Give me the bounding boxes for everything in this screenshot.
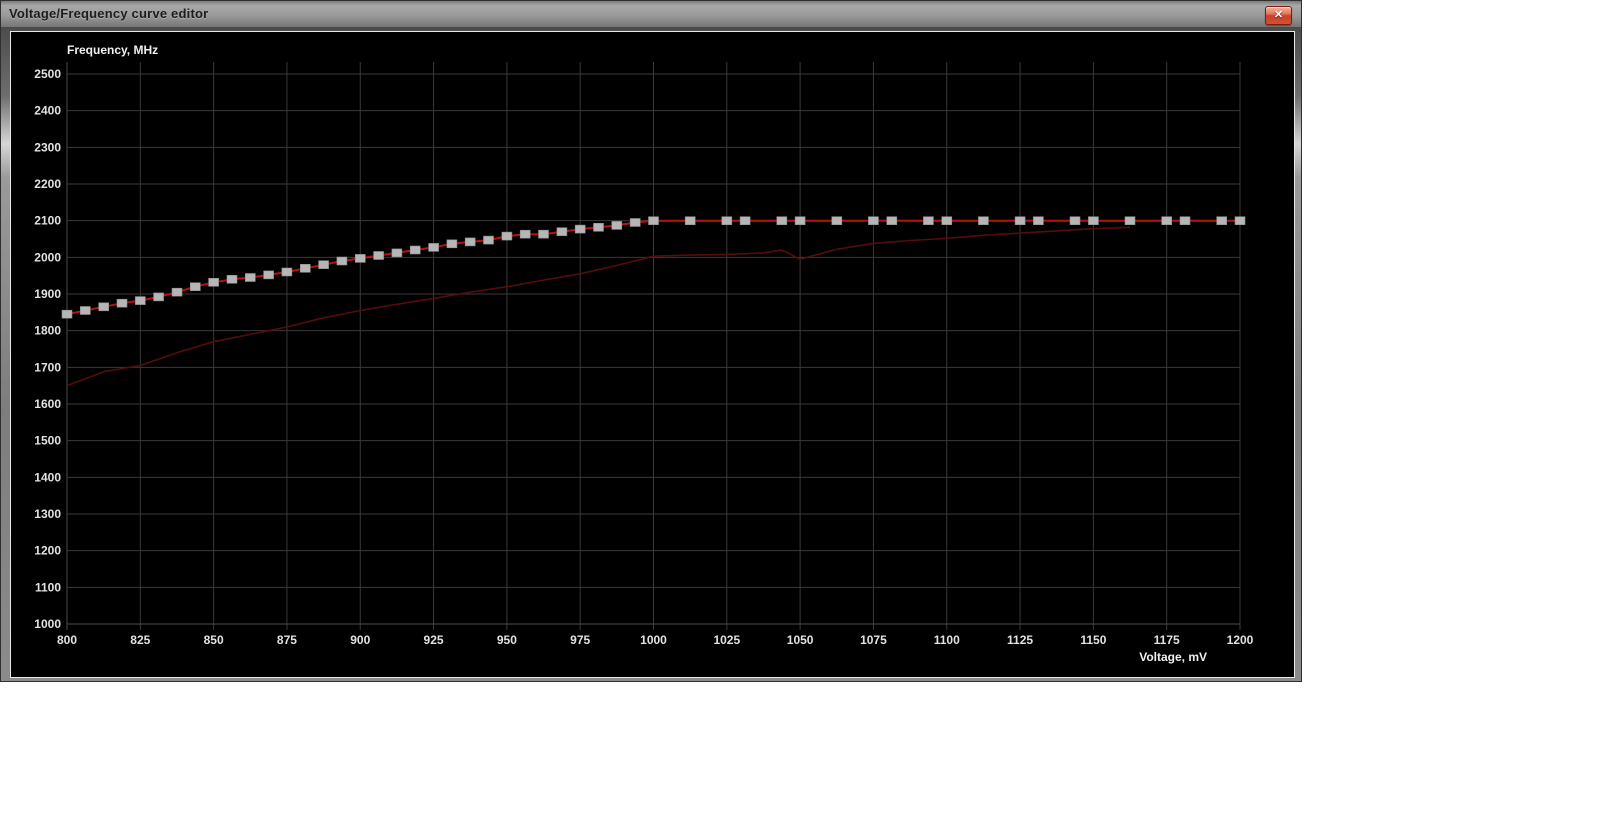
curve-point-marker[interactable]	[886, 216, 898, 225]
curve-point-marker[interactable]	[1216, 216, 1227, 225]
curve-point-marker[interactable]	[153, 292, 164, 302]
curve-chart-area[interactable]: 800 825 850 875 900 925 950 975 1000 1025 1050 1075…	[10, 31, 1295, 678]
close-icon: ✕	[1273, 9, 1284, 21]
y-tick-label: 1600	[34, 397, 61, 411]
curve-point-marker[interactable]	[428, 243, 439, 252]
curve-point-marker[interactable]	[721, 216, 733, 225]
x-tick-label: 1100	[934, 633, 960, 647]
curve-point-marker[interactable]	[263, 270, 274, 280]
y-tick-label: 1800	[34, 324, 61, 338]
x-axis-title: Voltage, mV	[1139, 650, 1207, 664]
x-tick-label: 1150	[1080, 633, 1106, 647]
vf-curve-chart: 800 825 850 875 900 925 950 975 1000 1025 1050 1075…	[34, 43, 1254, 664]
y-tick-label: 1400	[34, 470, 61, 484]
x-tick-label: 1175	[1154, 633, 1180, 647]
curve-point-marker[interactable]	[519, 229, 531, 239]
curve-point-marker[interactable]	[245, 273, 256, 282]
default-vf-curve-line	[66, 226, 1131, 387]
curve-point-marker[interactable]	[61, 309, 73, 319]
curve-point-marker[interactable]	[611, 221, 623, 230]
curve-point-marker[interactable]	[1124, 216, 1136, 225]
curve-point-marker[interactable]	[226, 275, 238, 284]
curve-point-marker[interactable]	[1234, 216, 1246, 225]
curve-point-marker[interactable]	[538, 229, 549, 239]
curve-point-marker[interactable]	[318, 260, 329, 269]
curve-point-marker[interactable]	[684, 216, 696, 225]
curve-point-marker[interactable]	[648, 216, 659, 225]
curve-point-marker[interactable]	[776, 216, 788, 225]
desktop-background: Voltage/Frequency curve editor ✕ 800 825 8…	[0, 0, 1600, 821]
curve-point-marker[interactable]	[208, 278, 219, 287]
curve-point-marker[interactable]	[336, 256, 348, 266]
y-tick-label: 2500	[34, 67, 61, 81]
x-tick-label: 825	[130, 633, 150, 647]
x-tick-label: 850	[204, 633, 224, 647]
curve-point-marker[interactable]	[299, 264, 311, 273]
curve-point-marker[interactable]	[556, 227, 568, 236]
y-tick-label: 1100	[35, 580, 61, 594]
x-tick-label: 950	[497, 633, 517, 647]
curve-point-marker[interactable]	[446, 239, 458, 249]
y-tick-label: 2000	[34, 250, 61, 264]
x-tick-label: 1025	[713, 633, 740, 647]
y-tick-label: 1700	[34, 360, 61, 374]
curve-point-marker[interactable]	[281, 267, 293, 277]
x-tick-label: 1125	[1007, 633, 1033, 647]
curve-point-marker[interactable]	[739, 216, 751, 225]
curve-point-marker[interactable]	[80, 306, 91, 315]
y-tick-label: 1300	[34, 507, 61, 521]
curve-point-marker[interactable]	[171, 287, 183, 297]
curve-point-marker[interactable]	[574, 224, 586, 234]
x-tick-label: 900	[350, 633, 370, 647]
y-tick-label: 2100	[34, 214, 61, 228]
y-tick-label: 1200	[34, 544, 61, 558]
vf-curve-editor-window: Voltage/Frequency curve editor ✕ 800 825 8…	[0, 0, 1302, 682]
curve-point-marker[interactable]	[391, 248, 403, 258]
curve-point-marker[interactable]	[501, 231, 513, 241]
y-axis-title: Frequency, MHz	[67, 43, 158, 57]
y-tick-label: 1900	[34, 287, 61, 301]
x-tick-label: 1000	[640, 633, 667, 647]
curve-point-marker[interactable]	[941, 216, 953, 225]
curve-point-marker[interactable]	[116, 298, 128, 308]
x-tick-label: 800	[57, 633, 77, 647]
y-tick-label: 2300	[34, 140, 61, 154]
curve-point-marker[interactable]	[794, 216, 806, 225]
x-tick-label: 975	[570, 633, 590, 647]
close-button[interactable]: ✕	[1265, 6, 1292, 25]
curve-point-marker[interactable]	[1069, 216, 1081, 225]
curve-point-marker[interactable]	[190, 282, 201, 291]
window-title: Voltage/Frequency curve editor	[9, 6, 209, 21]
y-tick-label: 2400	[34, 104, 61, 118]
x-tick-label: 1075	[860, 633, 887, 647]
y-tick-label: 1500	[34, 434, 61, 448]
window-titlebar[interactable]: Voltage/Frequency curve editor ✕	[1, 1, 1301, 28]
curve-point-marker[interactable]	[409, 245, 421, 255]
x-tick-label: 1200	[1227, 633, 1254, 647]
curve-point-marker[interactable]	[1179, 216, 1191, 225]
x-tick-label: 875	[277, 633, 297, 647]
curve-point-marker[interactable]	[464, 237, 476, 247]
curve-point-marker[interactable]	[593, 223, 604, 232]
curve-point-marker[interactable]	[868, 216, 879, 225]
y-tick-label: 1000	[34, 617, 61, 631]
curve-point-marker[interactable]	[354, 254, 366, 263]
curve-point-marker[interactable]	[1033, 216, 1044, 225]
curve-point-marker[interactable]	[1088, 216, 1099, 225]
curve-point-marker[interactable]	[1014, 216, 1026, 225]
curve-point-marker[interactable]	[98, 302, 109, 312]
curve-point-marker[interactable]	[1161, 216, 1172, 225]
curve-point-marker[interactable]	[923, 216, 934, 225]
curve-point-marker[interactable]	[831, 216, 843, 225]
curve-point-marker[interactable]	[373, 251, 384, 260]
curve-point-marker[interactable]	[629, 218, 641, 227]
y-tick-label: 2200	[34, 177, 61, 191]
curve-point-marker[interactable]	[483, 235, 494, 245]
curve-point-marker[interactable]	[135, 296, 146, 305]
curve-point-marker[interactable]	[978, 216, 989, 225]
x-tick-label: 1050	[787, 633, 814, 647]
x-tick-label: 925	[424, 633, 444, 647]
